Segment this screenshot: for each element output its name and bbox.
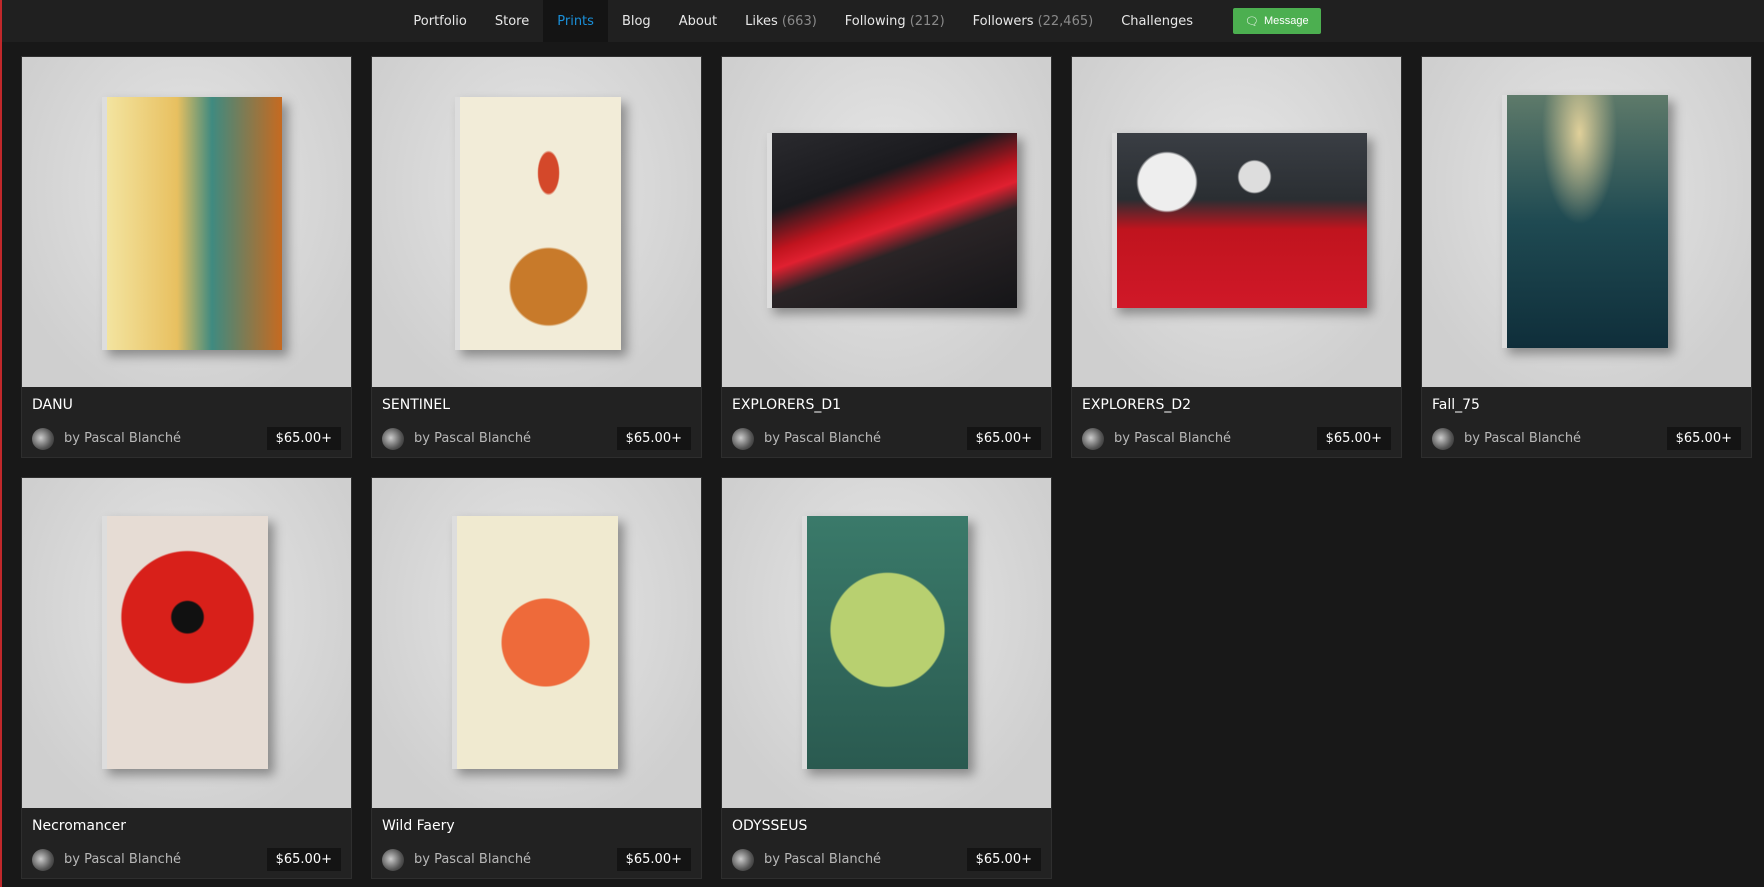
- print-card[interactable]: EXPLORERS_D1 by Pascal Blanché $65.00+: [721, 56, 1052, 458]
- avatar: [32, 848, 54, 871]
- nav-label: Portfolio: [413, 13, 467, 29]
- author[interactable]: by Pascal Blanché: [1432, 427, 1582, 450]
- print-card[interactable]: Fall_75 by Pascal Blanché $65.00+: [1421, 56, 1752, 458]
- canvas-artwork: [102, 516, 268, 769]
- author[interactable]: by Pascal Blanché: [32, 848, 182, 871]
- avatar: [382, 848, 404, 871]
- nav-label: About: [678, 13, 718, 29]
- nav-label: Followers: [972, 13, 1034, 29]
- nav-label: Following: [844, 13, 906, 29]
- print-title[interactable]: EXPLORERS_D1: [732, 397, 1041, 417]
- author-name: by Pascal Blanché: [764, 852, 882, 867]
- nav-blog[interactable]: Blog: [608, 0, 665, 42]
- avatar: [1432, 427, 1454, 450]
- print-thumbnail[interactable]: [372, 478, 701, 808]
- print-title[interactable]: Necromancer: [32, 818, 341, 838]
- print-title[interactable]: ODYSSEUS: [732, 818, 1041, 838]
- prints-grid: DANU by Pascal Blanché $65.00+ SENTINEL …: [21, 56, 1752, 879]
- nav-store[interactable]: Store: [481, 0, 543, 42]
- print-card[interactable]: Necromancer by Pascal Blanché $65.00+: [21, 477, 352, 879]
- print-thumbnail[interactable]: [372, 57, 701, 387]
- print-thumbnail[interactable]: [722, 478, 1051, 808]
- print-title[interactable]: Wild Faery: [382, 818, 691, 838]
- print-card[interactable]: DANU by Pascal Blanché $65.00+: [21, 56, 352, 458]
- author[interactable]: by Pascal Blanché: [382, 427, 532, 450]
- followers-count: (22,465): [1037, 13, 1094, 29]
- print-thumbnail[interactable]: [22, 57, 351, 387]
- canvas-artwork: [1112, 133, 1367, 308]
- top-nav: Portfolio Store Prints Blog About Likes(…: [2, 0, 1764, 42]
- print-card[interactable]: Wild Faery by Pascal Blanché $65.00+: [371, 477, 702, 879]
- nav-label: Store: [494, 13, 530, 29]
- author-name: by Pascal Blanché: [764, 431, 882, 446]
- price-badge: $65.00+: [1316, 427, 1391, 450]
- canvas-artwork: [455, 97, 621, 350]
- price-badge: $65.00+: [266, 848, 341, 871]
- avatar: [732, 848, 754, 871]
- canvas-artwork: [1502, 95, 1668, 348]
- author-name: by Pascal Blanché: [414, 431, 532, 446]
- avatar: [1082, 427, 1104, 450]
- price-badge: $65.00+: [616, 427, 691, 450]
- print-card[interactable]: SENTINEL by Pascal Blanché $65.00+: [371, 56, 702, 458]
- nav-label: Likes: [745, 13, 778, 29]
- author-name: by Pascal Blanché: [1464, 431, 1582, 446]
- author-name: by Pascal Blanché: [64, 852, 182, 867]
- canvas-artwork: [802, 516, 968, 769]
- price-badge: $65.00+: [616, 848, 691, 871]
- author-name: by Pascal Blanché: [414, 852, 532, 867]
- price-badge: $65.00+: [966, 427, 1041, 450]
- nav-following[interactable]: Following (212): [831, 0, 959, 42]
- price-badge: $65.00+: [1666, 427, 1741, 450]
- author[interactable]: by Pascal Blanché: [1082, 427, 1232, 450]
- nav-prints[interactable]: Prints: [543, 0, 608, 42]
- message-button[interactable]: 🗨 Message: [1232, 8, 1321, 34]
- chat-icon: 🗨: [1244, 15, 1259, 28]
- nav-label: Prints: [557, 13, 594, 29]
- print-card[interactable]: EXPLORERS_D2 by Pascal Blanché $65.00+: [1071, 56, 1402, 458]
- author[interactable]: by Pascal Blanché: [382, 848, 532, 871]
- author[interactable]: by Pascal Blanché: [732, 848, 882, 871]
- nav-portfolio[interactable]: Portfolio: [399, 0, 480, 42]
- canvas-artwork: [767, 133, 1017, 308]
- print-thumbnail[interactable]: [22, 478, 351, 808]
- print-title[interactable]: SENTINEL: [382, 397, 691, 417]
- print-card[interactable]: ODYSSEUS by Pascal Blanché $65.00+: [721, 477, 1052, 879]
- likes-count: (663): [781, 13, 817, 29]
- print-title[interactable]: Fall_75: [1432, 397, 1741, 417]
- print-thumbnail[interactable]: [1072, 57, 1401, 387]
- nav-about[interactable]: About: [665, 0, 731, 42]
- nav-likes[interactable]: Likes (663): [731, 0, 831, 42]
- canvas-artwork: [102, 97, 282, 350]
- print-thumbnail[interactable]: [722, 57, 1051, 387]
- avatar: [32, 427, 54, 450]
- print-thumbnail[interactable]: [1422, 57, 1751, 387]
- avatar: [732, 427, 754, 450]
- following-count: (212): [909, 13, 945, 29]
- author-name: by Pascal Blanché: [64, 431, 182, 446]
- nav-challenges[interactable]: Challenges: [1107, 0, 1207, 42]
- author[interactable]: by Pascal Blanché: [732, 427, 882, 450]
- nav-followers[interactable]: Followers (22,465): [959, 0, 1108, 42]
- canvas-artwork: [452, 516, 618, 769]
- price-badge: $65.00+: [966, 848, 1041, 871]
- message-label: Message: [1263, 15, 1309, 27]
- author-name: by Pascal Blanché: [1114, 431, 1232, 446]
- nav-label: Challenges: [1121, 13, 1193, 29]
- print-title[interactable]: DANU: [32, 397, 341, 417]
- print-title[interactable]: EXPLORERS_D2: [1082, 397, 1391, 417]
- price-badge: $65.00+: [266, 427, 341, 450]
- nav-label: Blog: [621, 13, 651, 29]
- avatar: [382, 427, 404, 450]
- author[interactable]: by Pascal Blanché: [32, 427, 182, 450]
